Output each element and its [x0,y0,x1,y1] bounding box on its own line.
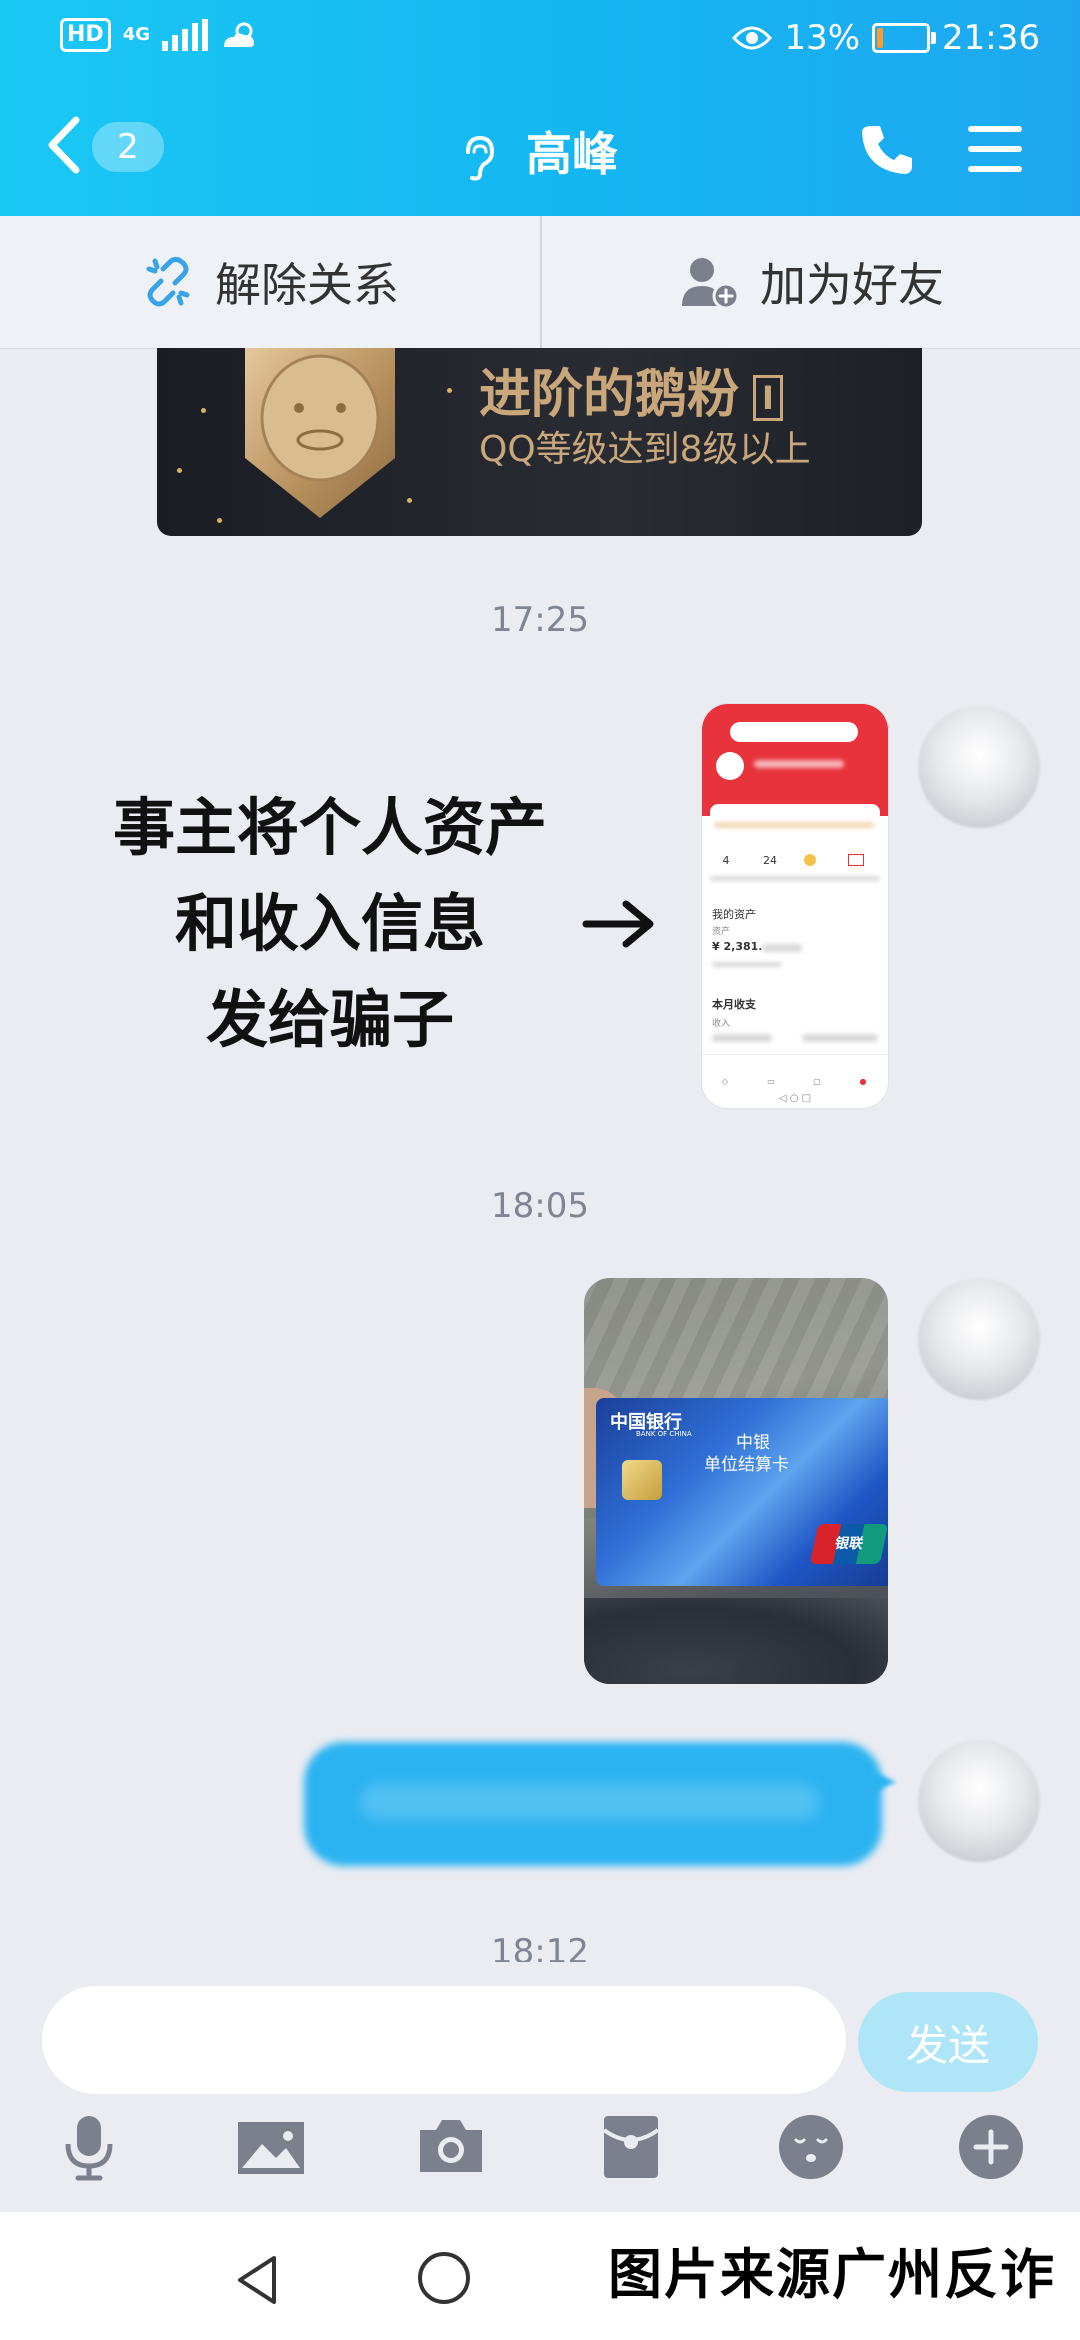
add-friend-icon [682,258,740,310]
plus-icon[interactable] [956,2112,1026,2182]
level-mark: I [753,375,783,421]
screenshot-tab: ● [859,1077,867,1086]
eye-icon [732,26,773,50]
unlink-icon [146,256,190,307]
hd-badge: HD [60,18,111,52]
screenshot-tab: ▢ [813,1077,821,1086]
phone-call-icon[interactable] [860,122,914,176]
camera-icon[interactable] [416,2112,486,2182]
red-packet-icon[interactable] [596,2112,666,2182]
signal-icon [162,19,208,51]
message-timestamp: 18:12 [491,1932,589,1962]
battery-percent: 13% [784,18,861,58]
add-friend-label: 加为好友 [760,258,944,312]
assets-sub: 资产 [712,927,731,937]
emoji-icon[interactable] [776,2112,846,2182]
bubble-tail [870,1770,896,1794]
stat-value: 24 [763,854,777,867]
status-bar: HD 4G 13% 21:36 [0,0,1080,80]
penguin-badge-icon [245,348,395,518]
banner-title: 进阶的鹅粉 I [479,352,783,427]
clock: 21:36 [942,18,1040,58]
relation-bar: 解除关系 加为好友 [0,216,1080,349]
avatar[interactable] [918,706,1040,828]
contact-name: 高峰 [526,127,618,181]
message-input[interactable] [42,1986,846,2094]
top-header: HD 4G 13% 21:36 2 高峰 [0,0,1080,216]
navigation-bar: 2 高峰 [0,80,1080,216]
avatar[interactable] [918,1740,1040,1862]
bank-card: 中国银行 BANK OF CHINA 中银 单位结算卡 银联 [596,1398,888,1586]
stat-value: 4 [722,854,730,867]
asset-screenshot-image[interactable]: 4 24 我的资产 资产 ¥ 2,381. 本月收支 收入 ◇ ▭ ▢ ● ◁ … [702,704,888,1108]
annotation-caption: 事主将个人资产 和收入信息 发给骗子 [100,780,560,1068]
battery-icon [872,23,937,53]
blurred-message-text [360,1784,820,1820]
remove-relation-label: 解除关系 [215,258,399,312]
message-timestamp: 18:05 [491,1186,589,1226]
bank-name-en: BANK OF CHINA [636,1430,692,1438]
input-bar: 发送 [0,1962,1080,2212]
avatar[interactable] [918,1278,1040,1400]
income-sub: 收入 [712,1019,731,1029]
arrow-right-icon [582,900,654,948]
screenshot-search [730,722,858,742]
send-button[interactable]: 发送 [858,1992,1038,2092]
menu-icon[interactable] [968,126,1022,186]
nav-back-icon[interactable] [232,2252,282,2308]
achievement-banner[interactable]: 进阶的鹅粉 I QQ等级达到8级以上 [157,348,922,536]
remove-relation-button[interactable]: 解除关系 [0,216,540,348]
chip-icon [622,1460,662,1500]
annotation-line: 发给骗子 [205,983,454,1056]
source-watermark: 图片来源广州反诈 [608,2243,1056,2306]
add-friend-button[interactable]: 加为好友 [542,216,1080,348]
annotation-line: 和收入信息 [174,887,485,960]
message-timestamp: 17:25 [491,600,589,640]
assets-label: 我的资产 [712,908,756,921]
screenshot-tab: ◇ [721,1077,729,1086]
image-icon[interactable] [236,2112,306,2182]
income-label: 本月收支 [712,998,756,1011]
annotation-line: 事主将个人资产 [112,791,547,864]
weather-icon [224,22,254,47]
assets-value: ¥ 2,381. [712,940,763,953]
knees [584,1598,888,1684]
nav-home-icon[interactable] [416,2250,472,2306]
unionpay-logo: 银联 [809,1524,888,1564]
ear-icon [465,135,494,180]
banner-subtitle: QQ等级达到8级以上 [479,429,811,470]
bank-card-photo[interactable]: 中国银行 BANK OF CHINA 中银 单位结算卡 银联 [584,1278,888,1684]
card-subtitle: 单位结算卡 [704,1455,789,1475]
screenshot-tab: ▭ [767,1077,775,1086]
chat-title: 高峰 [0,118,1080,184]
microphone-icon[interactable] [54,2112,124,2182]
network-type: 4G [122,24,150,45]
